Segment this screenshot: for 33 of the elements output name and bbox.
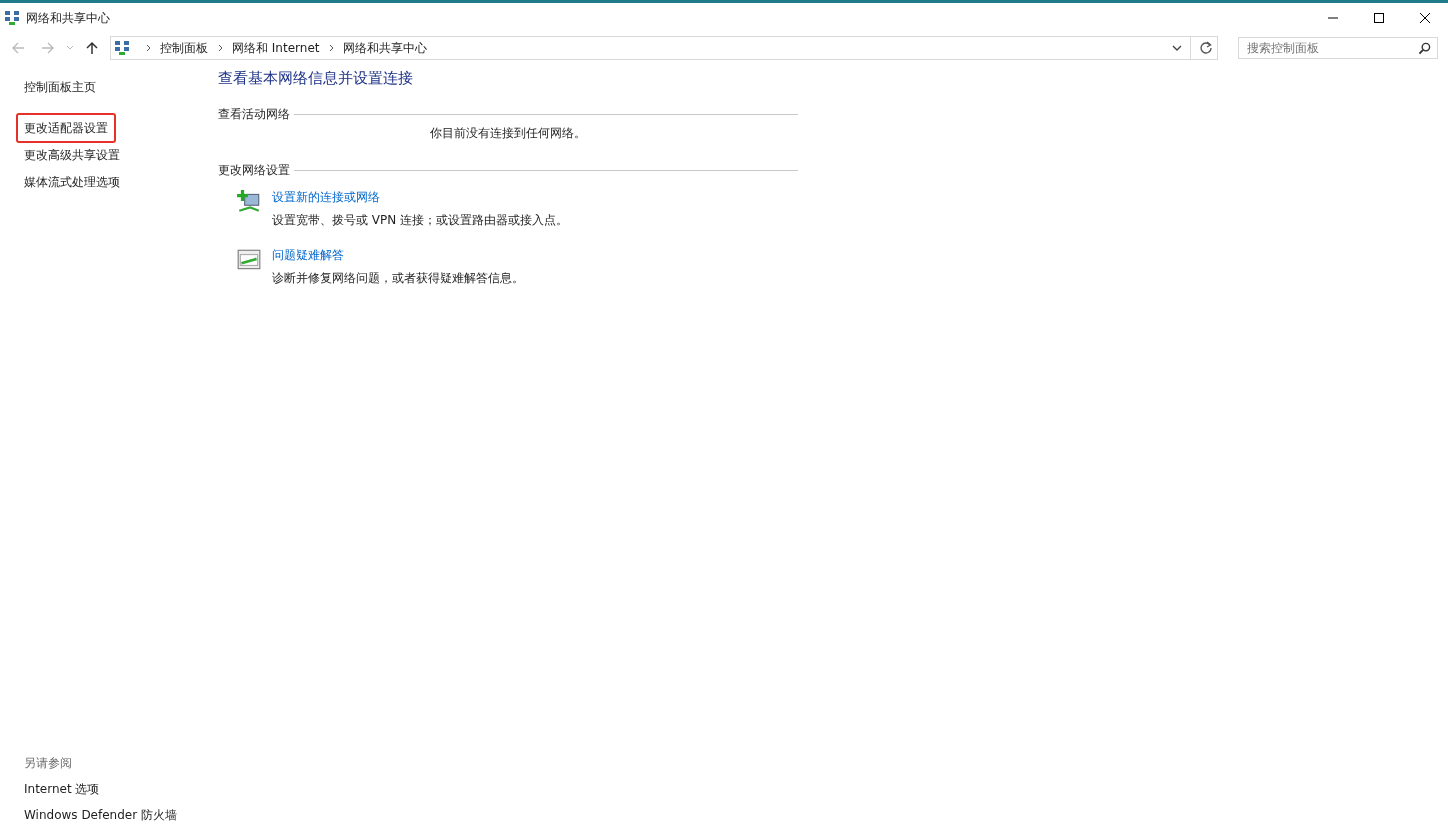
search-field[interactable]: 搜索控制面板 — [1238, 37, 1438, 59]
chevron-icon — [329, 44, 336, 52]
see-also-link[interactable]: Windows Defender 防火墙 — [24, 807, 177, 824]
network-icon — [4, 10, 20, 26]
task-link[interactable]: 设置新的连接或网络 — [272, 189, 380, 206]
sidebar-link[interactable]: 更改适配器设置 — [16, 113, 116, 143]
close-icon — [1419, 12, 1431, 24]
see-also-heading: 另请参阅 — [24, 755, 72, 772]
chevron-icon — [218, 44, 224, 52]
window-title: 网络和共享中心 — [26, 9, 110, 27]
maximize-icon — [1373, 12, 1385, 24]
sidebar-link[interactable]: 更改高级共享设置 — [16, 143, 128, 167]
task-description: 设置宽带、拨号或 VPN 连接；或设置路由器或接入点。 — [272, 212, 569, 229]
address-bar[interactable]: 控制面板 网络和 Internet 网络和共享中心 — [110, 36, 1218, 60]
network-icon — [114, 40, 130, 56]
section-heading: 更改网络设置 — [218, 162, 290, 179]
see-also-link[interactable]: Internet 选项 — [24, 781, 100, 798]
breadcrumb[interactable]: 网络和共享中心 — [343, 39, 428, 57]
status-message: 你目前没有连接到任何网络。 — [430, 126, 586, 140]
refresh-icon[interactable] — [1199, 41, 1213, 55]
search-icon[interactable] — [1418, 42, 1431, 55]
task-link[interactable]: 问题疑难解答 — [272, 247, 344, 264]
sidebar-link[interactable]: 控制面板主页 — [16, 75, 104, 99]
dropdown-caret-icon[interactable] — [1172, 45, 1182, 51]
page-title: 查看基本网络信息并设置连接 — [218, 69, 414, 88]
network-plus-icon — [236, 189, 262, 215]
section-heading: 查看活动网络 — [218, 106, 290, 123]
breadcrumb[interactable]: 网络和 Internet — [232, 39, 320, 57]
sidebar-link[interactable]: 媒体流式处理选项 — [16, 170, 128, 194]
up-arrow-icon[interactable] — [85, 41, 99, 55]
task-description: 诊断并修复网络问题，或者获得疑难解答信息。 — [272, 270, 524, 287]
breadcrumb[interactable]: 控制面板 — [160, 39, 208, 57]
chevron-icon — [146, 44, 152, 52]
